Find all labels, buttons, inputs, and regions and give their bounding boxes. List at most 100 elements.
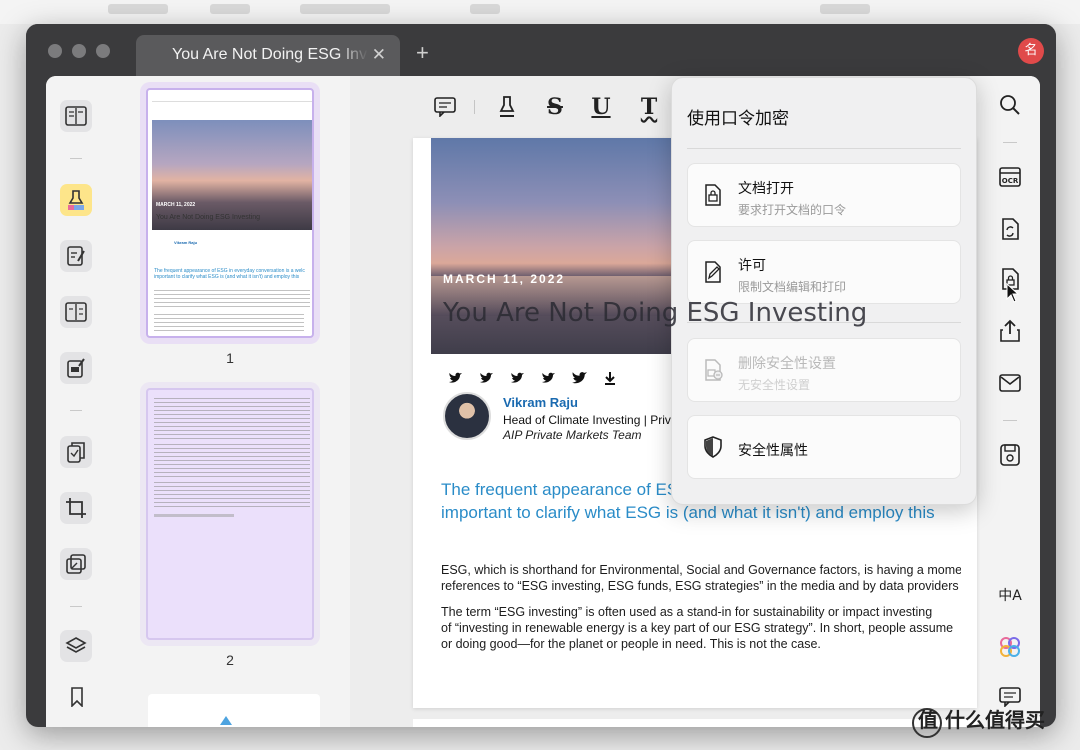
thumbnail-blurb: The frequent appearance of ESG in everyd…	[154, 268, 305, 280]
ocr-icon: OCR	[999, 167, 1021, 187]
pdf-page-2	[413, 719, 977, 727]
twitter-icon[interactable]	[571, 370, 587, 386]
author-team: AIP Private Markets Team	[503, 428, 642, 442]
save-button[interactable]	[997, 442, 1023, 468]
option-label: 安全性属性	[738, 443, 808, 459]
edit-text-icon	[67, 246, 85, 266]
edit-mode-button[interactable]	[60, 240, 92, 272]
option-description: 要求打开文档的口令	[738, 203, 847, 217]
page-thumbnail-2[interactable]	[140, 382, 320, 646]
download-icon[interactable]	[602, 370, 618, 386]
paragraph-line: ESG, which is shorthand for Environmenta…	[441, 563, 961, 577]
ai-assistant-icon	[1000, 637, 1020, 657]
shield-icon	[704, 436, 722, 458]
search-button[interactable]	[997, 92, 1023, 118]
author-photo	[443, 392, 491, 440]
new-tab-button[interactable]: +	[416, 40, 429, 66]
paragraph-1: ESG, which is shorthand for Environmenta…	[441, 562, 961, 594]
overlay-pages-icon	[66, 554, 86, 574]
save-icon	[1000, 444, 1020, 466]
twitter-icon[interactable]	[478, 370, 494, 386]
crop-button[interactable]	[60, 492, 92, 524]
tab-close-icon[interactable]: ✕	[372, 45, 386, 65]
thumbnail-page-1: MARCH 11, 2022 You Are Not Doing ESG Inv…	[146, 88, 314, 338]
popup-title: 使用口令加密	[687, 109, 789, 129]
tab-title: You Are Not Doing ESG Investing	[172, 46, 368, 63]
bookmark-button[interactable]	[64, 684, 90, 710]
document-tab[interactable]: You Are Not Doing ESG Investing ✕	[136, 35, 400, 76]
share-icon	[1000, 319, 1020, 342]
crop-icon	[66, 498, 86, 518]
article-title: You Are Not Doing ESG Investing	[443, 298, 868, 328]
toolbar-divider	[474, 100, 475, 114]
ocr-button[interactable]: OCR	[997, 164, 1023, 190]
minimize-window-button[interactable]	[72, 44, 86, 58]
edit-document-icon	[705, 261, 721, 283]
comment-mode-button[interactable]	[60, 184, 92, 216]
zoom-window-button[interactable]	[96, 44, 110, 58]
share-button[interactable]	[997, 318, 1023, 344]
squiggly-tool-button[interactable]: T	[636, 94, 662, 120]
rail-divider	[1003, 420, 1017, 421]
sign-icon	[67, 358, 85, 378]
mouse-cursor-icon	[1006, 283, 1020, 303]
underline-icon: U	[591, 94, 611, 120]
option-label: 许可	[738, 258, 766, 274]
security-properties-option[interactable]: 安全性属性	[687, 415, 961, 479]
page-thumbnail-3[interactable]	[148, 694, 320, 727]
squiggly-icon: T	[640, 94, 658, 120]
open-password-option[interactable]: 文档打开 要求打开文档的口令	[687, 163, 961, 227]
mail-icon	[999, 374, 1021, 392]
form-mode-button[interactable]	[60, 296, 92, 328]
twitter-icon[interactable]	[447, 370, 463, 386]
background-app-strip	[0, 0, 1080, 24]
highlight-tool-button[interactable]	[494, 94, 520, 120]
password-encryption-popup: 使用口令加密 文档打开 要求打开文档的口令 许可 限制文档编辑和打印 删除安全性…	[671, 77, 977, 505]
remove-security-option[interactable]: 删除安全性设置 无安全性设置	[687, 338, 961, 402]
translate-icon: 中A	[998, 588, 1022, 604]
thumbnail-author: Vikram Raju	[174, 240, 198, 245]
thumbnail-page-2	[146, 388, 314, 640]
comment-tool-button[interactable]	[432, 94, 458, 120]
social-share-bar	[447, 370, 618, 386]
article-date: MARCH 11, 2022	[443, 272, 566, 286]
svg-text:OCR: OCR	[1002, 177, 1019, 185]
convert-icon	[1002, 218, 1019, 240]
thumbnail-title: You Are Not Doing ESG Investing	[156, 214, 261, 221]
close-window-button[interactable]	[48, 44, 62, 58]
lock-document-icon	[705, 184, 721, 206]
book-icon	[65, 106, 87, 126]
highlighter-icon	[68, 190, 84, 210]
user-avatar[interactable]: 名	[1018, 38, 1044, 64]
ai-assistant-button[interactable]	[997, 634, 1023, 660]
translate-button[interactable]: 中A	[997, 582, 1023, 608]
option-description: 限制文档编辑和打印	[738, 280, 847, 294]
page-thumbnail-1[interactable]: MARCH 11, 2022 You Are Not Doing ESG Inv…	[140, 82, 320, 344]
permission-option[interactable]: 许可 限制文档编辑和打印	[687, 240, 961, 304]
title-bar: You Are Not Doing ESG Investing ✕ + 名	[26, 24, 1056, 76]
comment-icon	[434, 97, 456, 117]
paragraph-line: The term “ESG investing” is often used a…	[441, 605, 933, 619]
page-number-2: 2	[226, 652, 234, 668]
layers-icon	[65, 637, 87, 653]
underline-tool-button[interactable]: U	[588, 94, 614, 120]
paragraph-line: references to “ESG investing, ESG funds,…	[441, 579, 959, 593]
reader-mode-button[interactable]	[60, 100, 92, 132]
twitter-icon[interactable]	[540, 370, 556, 386]
layers-button[interactable]	[60, 630, 92, 662]
watermark-text: 值 什么值得买	[918, 708, 1045, 732]
paragraph-2: The term “ESG investing” is often used a…	[441, 604, 961, 652]
page-number-1: 1	[226, 350, 234, 366]
sign-mode-button[interactable]	[60, 352, 92, 384]
thumbnail-date: MARCH 11, 2022	[156, 202, 196, 208]
option-label: 删除安全性设置	[738, 356, 836, 372]
paragraph-line: or doing good—for the planet or people i…	[441, 637, 821, 651]
strikethrough-icon: S	[547, 94, 563, 120]
strikethrough-tool-button[interactable]: S	[542, 94, 568, 120]
tools-button[interactable]	[60, 548, 92, 580]
paragraph-line: of “investing in renewable energy is a k…	[441, 621, 954, 635]
email-button[interactable]	[997, 370, 1023, 396]
twitter-icon[interactable]	[509, 370, 525, 386]
organize-pages-button[interactable]	[60, 436, 92, 468]
convert-button[interactable]	[997, 216, 1023, 242]
